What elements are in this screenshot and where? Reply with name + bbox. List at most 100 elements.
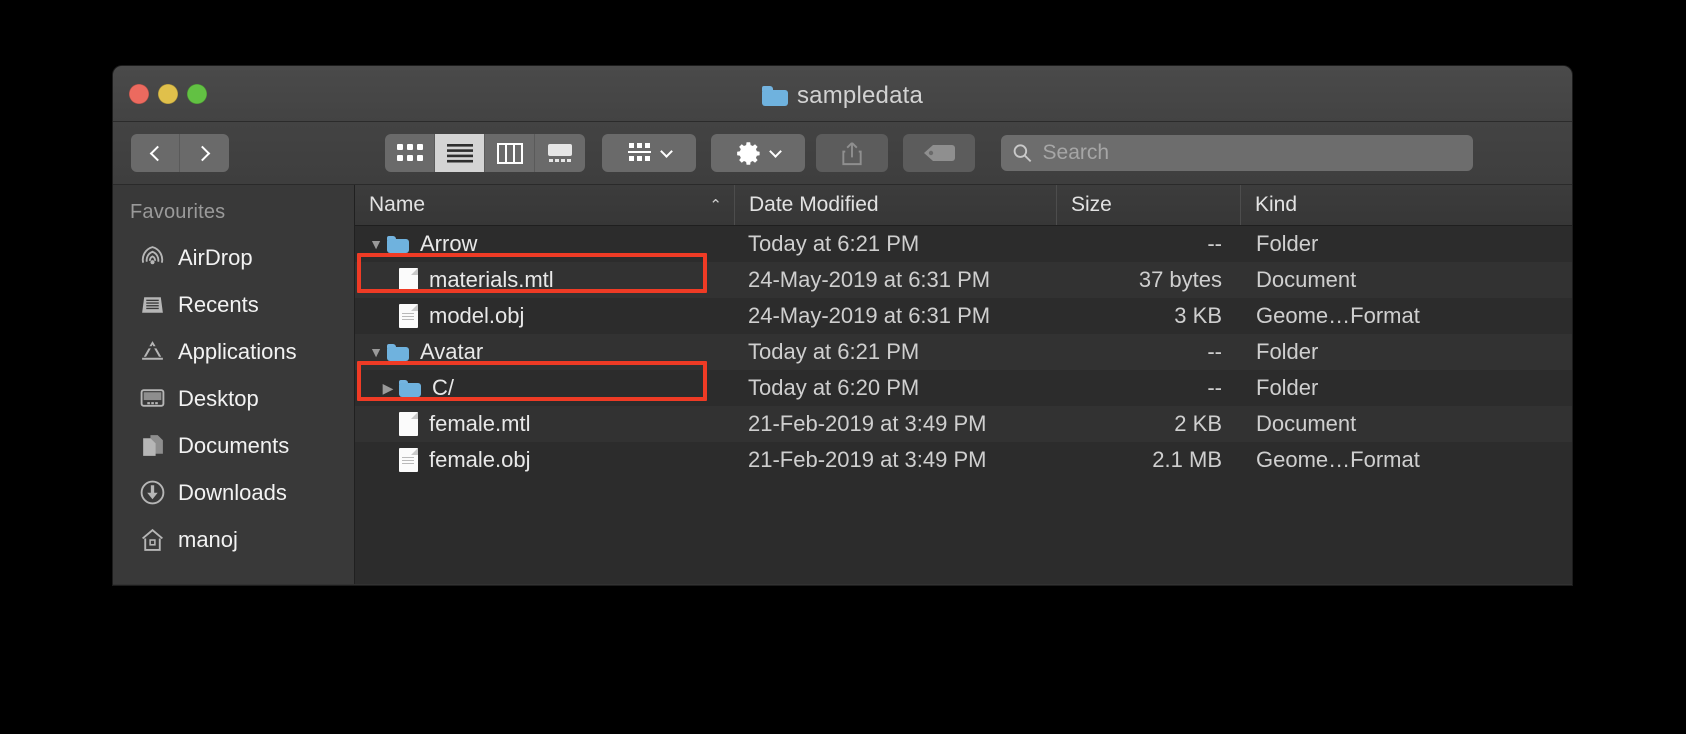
- column-header-name-label: Name: [369, 193, 426, 216]
- folder-icon: [387, 235, 409, 253]
- gear-icon: [737, 141, 760, 165]
- cell-name: ▼ Arrow: [355, 231, 734, 257]
- list-view-button[interactable]: [435, 134, 485, 172]
- forward-button[interactable]: [180, 134, 229, 172]
- table-row[interactable]: ▼ Arrow Today at 6:21 PM -- Folder: [355, 226, 1572, 262]
- cell-size: 2 KB: [1174, 411, 1222, 436]
- title-bar: sampledata: [113, 66, 1572, 122]
- column-header-size[interactable]: Size: [1056, 185, 1240, 225]
- cell-size: 3 KB: [1174, 303, 1222, 328]
- toolbar: [113, 122, 1572, 185]
- cell-date-modified: 24-May-2019 at 6:31 PM: [748, 303, 991, 328]
- column-view-button[interactable]: [485, 134, 535, 172]
- cell-name: materials.mtl: [355, 267, 734, 293]
- cell-date-modified: Today at 6:21 PM: [748, 231, 920, 256]
- tag-button[interactable]: [903, 134, 975, 172]
- gallery-view-button[interactable]: [535, 134, 585, 172]
- table-row[interactable]: ▶ C/Today at 6:20 PM -- Folder: [355, 370, 1572, 406]
- cell-date-modified: 24-May-2019 at 6:31 PM: [748, 267, 991, 292]
- airdrop-icon: [139, 244, 166, 271]
- folder-icon: [399, 379, 421, 397]
- arrange-icon: [627, 143, 651, 161]
- sidebar-item-label: Documents: [178, 432, 290, 458]
- search-box[interactable]: [1001, 135, 1473, 171]
- file-name-label: materials.mtl: [429, 267, 554, 292]
- document-icon: [399, 304, 418, 328]
- desktop-icon: [139, 385, 166, 412]
- icon-view-button[interactable]: [385, 134, 435, 172]
- column-header-kind[interactable]: Kind: [1240, 185, 1572, 225]
- sidebar-item-recents[interactable]: Recents: [113, 281, 354, 328]
- cell-name: model.obj: [355, 303, 734, 329]
- sidebar-item-downloads[interactable]: Downloads: [113, 469, 354, 516]
- sidebar-item-airdrop[interactable]: AirDrop: [113, 234, 354, 281]
- file-name-label: female.mtl: [429, 411, 531, 436]
- gallery-icon: [548, 144, 572, 162]
- tag-icon: [924, 145, 955, 161]
- column-header-date-modified[interactable]: Date Modified: [734, 185, 1056, 225]
- cell-size: 2.1 MB: [1152, 447, 1222, 472]
- window-title-text: sampledata: [796, 82, 924, 109]
- share-button[interactable]: [816, 134, 888, 172]
- file-name-label: female.obj: [429, 447, 531, 472]
- cell-name: ▶ C/: [355, 375, 734, 401]
- column-header-name[interactable]: Name ⌃: [355, 185, 734, 225]
- cell-kind: Folder: [1256, 339, 1319, 364]
- cell-kind: Folder: [1256, 231, 1319, 256]
- sidebar-item-desktop[interactable]: Desktop: [113, 375, 354, 422]
- cell-size: --: [1207, 231, 1222, 256]
- file-name-label: Arrow: [420, 231, 478, 256]
- sidebar-item-label: manoj: [178, 526, 238, 552]
- sort-ascending-icon: ⌃: [709, 197, 722, 214]
- cell-size: --: [1207, 375, 1222, 400]
- file-name-label: C/: [432, 375, 454, 400]
- window-body: Favourites AirDrop Recents Applications …: [113, 185, 1572, 584]
- sidebar-item-label: Downloads: [178, 479, 287, 505]
- sidebar-item-applications[interactable]: Applications: [113, 328, 354, 375]
- home-icon: [139, 526, 166, 553]
- table-row[interactable]: model.obj 24-May-2019 at 6:31 PM 3 KB Geome…: [355, 298, 1572, 334]
- file-name-label: Avatar: [420, 339, 484, 364]
- disclosure-triangle-collapsed-icon[interactable]: ▶: [377, 380, 399, 397]
- cell-kind: Document: [1256, 411, 1357, 436]
- back-button[interactable]: [131, 134, 180, 172]
- finder-window: sampledata Search Favourites AirDrop Rec…: [113, 66, 1572, 585]
- arrange-button[interactable]: [602, 134, 696, 172]
- search-icon: [1013, 144, 1032, 163]
- table-row[interactable]: female.mtl 21-Feb-2019 at 3:49 PM 2 KB Docu…: [355, 406, 1572, 442]
- sidebar-item-manoj[interactable]: manoj: [113, 516, 354, 563]
- file-rows: ▼ Arrow Today at 6:21 PM -- Folder materials.…: [355, 226, 1572, 478]
- chevron-down-icon: [769, 144, 782, 158]
- share-icon: [842, 141, 862, 165]
- cell-kind: Geome…Format: [1256, 303, 1420, 328]
- folder-icon: [761, 86, 788, 106]
- list-icon: [446, 144, 473, 163]
- cell-date-modified: Today at 6:20 PM: [748, 375, 920, 400]
- search-input[interactable]: [1042, 141, 1462, 165]
- action-menu-button[interactable]: [711, 134, 805, 172]
- disclosure-triangle-expanded-icon[interactable]: ▼: [365, 344, 387, 360]
- table-row[interactable]: female.obj 21-Feb-2019 at 3:49 PM 2.1 MB Ge…: [355, 442, 1572, 478]
- cell-size: --: [1207, 339, 1222, 364]
- sidebar-item-label: Applications: [178, 338, 297, 364]
- cell-date-modified: 21-Feb-2019 at 3:49 PM: [748, 411, 987, 436]
- cell-date-modified: 21-Feb-2019 at 3:49 PM: [748, 447, 987, 472]
- cell-name: female.mtl: [355, 411, 734, 437]
- documents-icon: [139, 432, 166, 459]
- cell-date-modified: Today at 6:21 PM: [748, 339, 920, 364]
- file-name-label: model.obj: [429, 303, 525, 328]
- cell-name: ▼ Avatar: [355, 339, 734, 365]
- sidebar-item-label: AirDrop: [178, 244, 253, 270]
- sidebar-item-documents[interactable]: Documents: [113, 422, 354, 469]
- sidebar: Favourites AirDrop Recents Applications …: [113, 185, 355, 584]
- table-row[interactable]: ▼ Avatar Today at 6:21 PM -- Folder: [355, 334, 1572, 370]
- table-row[interactable]: materials.mtl 24-May-2019 at 6:31 PM 37 by…: [355, 262, 1572, 298]
- cell-kind: Geome…Format: [1256, 447, 1420, 472]
- disclosure-triangle-expanded-icon[interactable]: ▼: [365, 236, 387, 252]
- document-icon: [399, 412, 418, 436]
- document-icon: [399, 268, 418, 292]
- sidebar-item-label: Recents: [178, 291, 259, 317]
- navigation-buttons: [131, 134, 229, 172]
- cell-kind: Folder: [1256, 375, 1319, 400]
- folder-icon: [387, 343, 409, 361]
